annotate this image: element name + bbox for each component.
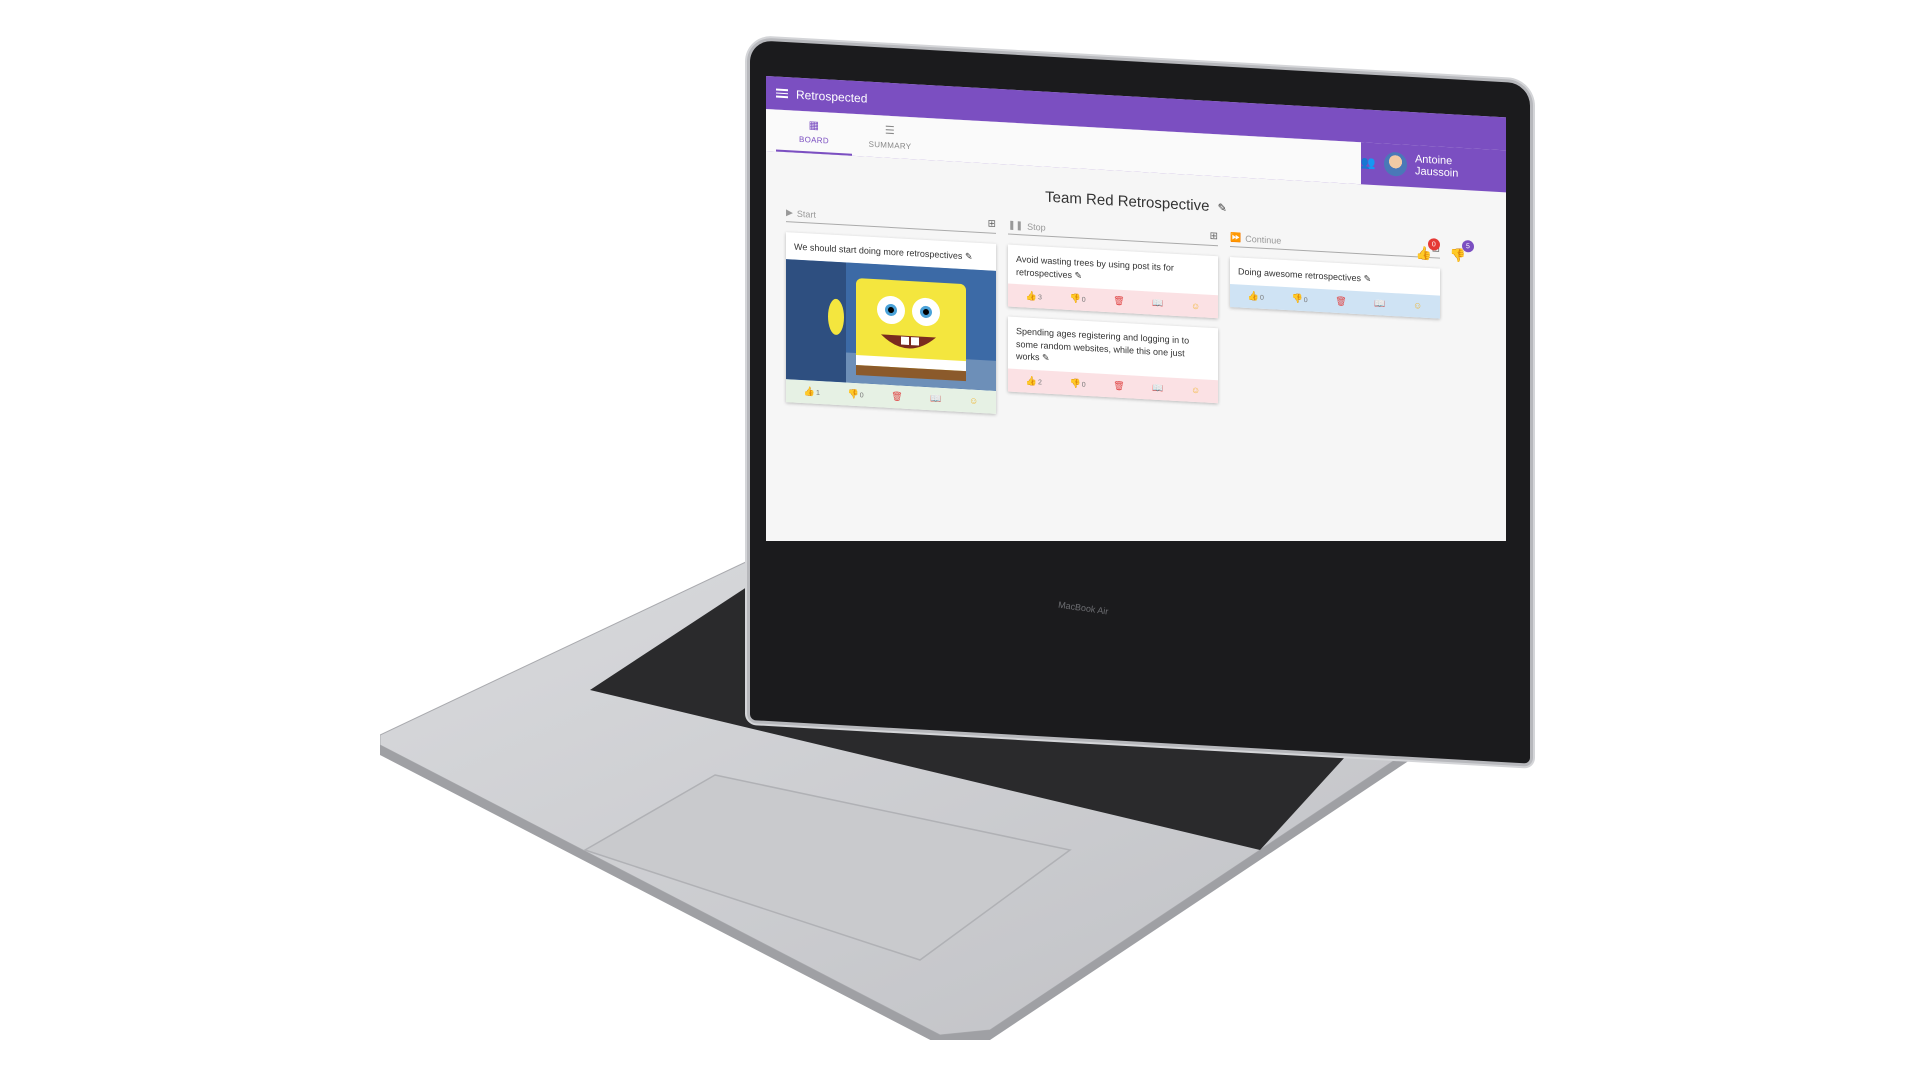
hamburger-menu-icon[interactable]: [776, 88, 788, 98]
downvotes-remaining: 👎 5: [1450, 239, 1474, 264]
user-name: Antoine Jaussoin: [1414, 153, 1459, 180]
upvote-count: 2: [1038, 379, 1042, 387]
upvote-count: 0: [1260, 294, 1264, 302]
upvotes-remaining: 👍 0: [1416, 238, 1440, 262]
post-card: Avoid wasting trees by using post its fo…: [1008, 244, 1218, 319]
delete-icon[interactable]: 🗑: [891, 391, 902, 403]
downvote-count: 0: [1081, 381, 1086, 389]
edit-post-icon[interactable]: ✎: [965, 251, 973, 261]
book-icon[interactable]: 📖: [1374, 298, 1385, 310]
book-icon[interactable]: 📖: [1152, 298, 1163, 310]
avatar[interactable]: [1383, 151, 1407, 177]
upvote-count: 3: [1038, 294, 1042, 302]
add-post-icon[interactable]: ⊞: [988, 218, 996, 229]
book-icon[interactable]: 📖: [1152, 383, 1163, 395]
downvote-count: 0: [1081, 296, 1086, 305]
column-stop: ❚❚ Stop ⊞ Avoid wasting trees by using po…: [1008, 217, 1218, 436]
column-continue: ⏩Continue ⊞ Doing awesome retrospectives…: [1230, 229, 1440, 448]
post-card: We should start doing more retrospective…: [786, 232, 996, 414]
post-text-content: Doing awesome retrospectives: [1238, 266, 1362, 284]
add-post-icon[interactable]: ⊞: [1210, 231, 1218, 242]
columns: ▶ Start ⊞ We should start doing more retr…: [786, 205, 1486, 451]
delete-icon[interactable]: 🗑: [1113, 380, 1124, 392]
play-icon: ▶: [786, 207, 793, 218]
downvote-button[interactable]: 👎0: [847, 388, 863, 400]
thumb-down-icon: 👎: [847, 388, 859, 399]
downvote-count: 0: [1303, 296, 1308, 304]
tab-summary[interactable]: ☰ SUMMARY: [852, 114, 928, 160]
column-header: ⏩Continue ⊞: [1230, 229, 1440, 259]
upvote-count: 1: [816, 389, 820, 397]
thumb-up-icon: 👍: [1247, 290, 1259, 302]
fast-forward-icon: ⏩: [1230, 231, 1242, 243]
thumb-down-icon: 👎: [1069, 377, 1081, 389]
downvote-count: 0: [859, 391, 864, 400]
column-label: Continue: [1245, 233, 1282, 246]
board-content: Team Red Retrospective ✎ 👍 0 👎 5 ▶ Start…: [766, 173, 1506, 452]
tab-board[interactable]: ▦ BOARD: [776, 109, 852, 156]
book-icon[interactable]: 📖: [930, 393, 941, 405]
thumb-down-icon: 👎: [1069, 293, 1081, 304]
post-card: Doing awesome retrospectives ✎ 👍0 👎0 🗑 📖…: [1230, 256, 1440, 319]
post-card: Spending ages registering and logging in…: [1008, 316, 1218, 404]
column-start: ▶ Start ⊞ We should start doing more retr…: [786, 205, 996, 423]
emoji-icon[interactable]: ☺: [1191, 300, 1200, 311]
list-icon: ☰: [884, 124, 896, 138]
user-menu[interactable]: 👥 Antoine Jaussoin: [1361, 150, 1496, 192]
column-label: Stop: [1027, 221, 1046, 233]
column-header: ▶ Start ⊞: [786, 205, 996, 234]
upvotes-badge: 0: [1427, 238, 1440, 251]
tab-board-label: BOARD: [799, 134, 829, 146]
tab-summary-label: SUMMARY: [868, 139, 912, 152]
board-title-text: Team Red Retrospective: [1045, 188, 1210, 215]
thumb-up-icon: 👍: [1025, 375, 1037, 387]
column-header: ❚❚ Stop ⊞: [1008, 217, 1218, 247]
screen: Retrospected ▦ BOARD ☰ SUMMARY 👥 Antoine…: [766, 76, 1506, 541]
downvote-button[interactable]: 👎0: [1069, 378, 1085, 390]
upvote-button[interactable]: 👍0: [1248, 291, 1264, 303]
thumb-up-icon: 👍: [1025, 290, 1037, 302]
emoji-icon[interactable]: ☺: [1191, 385, 1200, 396]
edit-post-icon[interactable]: ✎: [1042, 353, 1050, 363]
upvote-button[interactable]: 👍3: [1026, 291, 1042, 303]
delete-icon[interactable]: 🗑: [1335, 295, 1346, 307]
thumb-up-icon: 👍: [803, 385, 815, 397]
emoji-icon[interactable]: ☺: [969, 395, 978, 406]
emoji-icon[interactable]: ☺: [1413, 300, 1422, 311]
app-title: Retrospected: [796, 87, 868, 106]
edit-post-icon[interactable]: ✎: [1075, 270, 1083, 280]
pause-icon: ❚❚: [1008, 219, 1024, 231]
post-text-content: We should start doing more retrospective…: [794, 241, 963, 261]
laptop-mockup: Retrospected ▦ BOARD ☰ SUMMARY 👥 Antoine…: [0, 0, 1920, 1080]
upvote-button[interactable]: 👍1: [804, 386, 820, 398]
downvote-button[interactable]: 👎0: [1291, 293, 1307, 305]
downvote-button[interactable]: 👎0: [1069, 293, 1085, 305]
dashboard-icon: ▦: [808, 119, 820, 132]
thumb-down-icon: 👎: [1291, 292, 1303, 304]
post-text-content: Avoid wasting trees by using post its fo…: [1016, 253, 1174, 280]
downvotes-badge: 5: [1462, 239, 1474, 253]
upvote-button[interactable]: 👍2: [1026, 375, 1042, 387]
edit-title-icon[interactable]: ✎: [1218, 202, 1227, 215]
edit-post-icon[interactable]: ✎: [1364, 273, 1372, 283]
delete-icon[interactable]: 🗑: [1113, 296, 1124, 308]
app-window: Retrospected ▦ BOARD ☰ SUMMARY 👥 Antoine…: [766, 76, 1506, 541]
vote-counters: 👍 0 👎 5: [1416, 238, 1474, 264]
people-icon[interactable]: 👥: [1361, 155, 1376, 170]
column-label: Start: [796, 208, 816, 220]
post-gif-image: [786, 258, 996, 391]
